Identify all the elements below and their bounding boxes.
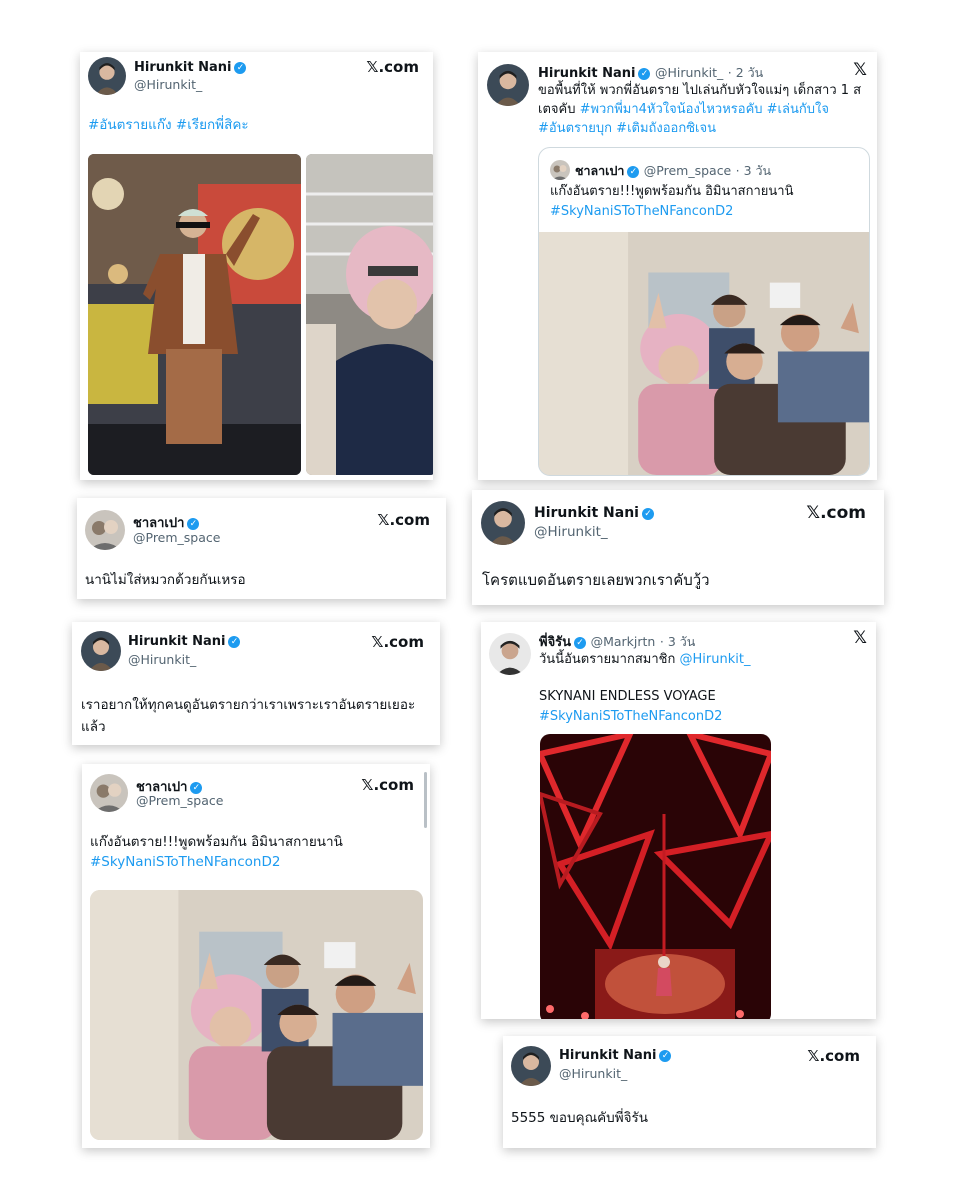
author-name[interactable]: Hirunkit Nani ✓ bbox=[559, 1048, 672, 1063]
avatar[interactable] bbox=[550, 160, 570, 180]
verified-badge-icon: ✓ bbox=[641, 508, 654, 520]
quoted-tweet[interactable]: ชาลาเปา ✓ @Prem_space · 3 วัน แก๊งอันตราย… bbox=[538, 147, 870, 476]
tweet-text: 5555 ขอบคุณคับพี่จิรัน bbox=[511, 1110, 648, 1126]
author-name[interactable]: Hirunkit Nani ✓ bbox=[128, 634, 241, 649]
tweet-time: · 3 วัน bbox=[659, 634, 696, 649]
author-handle[interactable]: @Prem_space bbox=[133, 530, 220, 545]
x-logo-icon: 𝕏 bbox=[853, 628, 867, 648]
avatar[interactable] bbox=[487, 64, 529, 106]
avatar[interactable] bbox=[90, 774, 128, 812]
author-name[interactable]: Hirunkit Nani ✓ bbox=[534, 505, 654, 521]
tweet-card-prem-reply[interactable]: ชาลาเปา ✓ @Prem_space 𝕏.com นานิไม่ใส่หมว… bbox=[77, 498, 446, 599]
avatar[interactable] bbox=[481, 501, 525, 545]
x-com-logo: 𝕏.com bbox=[371, 633, 424, 651]
tweet-hashtag[interactable]: #SkyNaniSToTheNFanconD2 bbox=[539, 707, 722, 727]
tweet-card-prem-photo[interactable]: ชาลาเปา ✓ @Prem_space 𝕏.com แก๊งอันตราย!!… bbox=[82, 764, 430, 1148]
x-com-logo: 𝕏.com bbox=[806, 503, 866, 523]
tweet-text-line2: SKYNANI ENDLESS VOYAGE bbox=[539, 689, 716, 704]
x-com-logo: 𝕏.com bbox=[366, 58, 419, 76]
author-name[interactable]: Hirunkit Nani ✓ @Hirunkit_ · 2 วัน bbox=[538, 63, 763, 83]
quote-text: แก๊งอันตราย!!!พูดพร้อมกัน อิมินาสกายนานิ… bbox=[550, 184, 794, 219]
tweet-text: ขอพื้นที่ให้ พวกพี่อันตราย ไปเล่นกับหัวใ… bbox=[538, 83, 862, 136]
quote-handle: @Prem_space bbox=[643, 163, 732, 178]
verified-badge-icon: ✓ bbox=[234, 62, 247, 74]
x-com-logo: 𝕏.com bbox=[361, 776, 414, 794]
verified-badge-icon: ✓ bbox=[228, 636, 241, 648]
scrollbar[interactable] bbox=[424, 772, 427, 828]
avatar[interactable] bbox=[88, 57, 126, 95]
author-handle[interactable]: @Prem_space bbox=[136, 793, 223, 808]
tweet-card-hirunkit-statement[interactable]: Hirunkit Nani ✓ @Hirunkit_ 𝕏.com เราอยากใ… bbox=[72, 622, 440, 745]
verified-badge-icon: ✓ bbox=[627, 166, 640, 178]
avatar[interactable] bbox=[489, 633, 531, 675]
quote-photo[interactable] bbox=[539, 232, 869, 475]
tweet-card-hirunkit-hashtags[interactable]: Hirunkit Nani ✓ @Hirunkit_ 𝕏.com #อันตราย… bbox=[80, 52, 433, 480]
author-name[interactable]: พี่จิรัน ✓ @Markjrtn · 3 วัน bbox=[539, 631, 695, 652]
author-handle: @Markjrtn bbox=[590, 634, 656, 649]
x-logo-icon: 𝕏 bbox=[853, 60, 867, 80]
verified-badge-icon: ✓ bbox=[187, 518, 200, 530]
tweet-card-hirunkit-thanks[interactable]: Hirunkit Nani ✓ @Hirunkit_ 𝕏.com 5555 ขอบ… bbox=[503, 1036, 876, 1148]
tweet-card-hirunkit-reply[interactable]: Hirunkit Nani ✓ @Hirunkit_ 𝕏.com โครตแบดอ… bbox=[472, 490, 884, 605]
tweet-text: แก๊งอันตราย!!!พูดพร้อมกัน อิมินาสกายนานิ… bbox=[90, 834, 343, 870]
tweet-card-markjrtn[interactable]: พี่จิรัน ✓ @Markjrtn · 3 วัน 𝕏 วันนี้อันต… bbox=[481, 622, 876, 1019]
tweet-text-line1: วันนี้อันตรายมากสมาชิก @Hirunkit_ bbox=[539, 652, 751, 667]
tweet-photo-group[interactable] bbox=[90, 890, 423, 1140]
author-name[interactable]: Hirunkit Nani ✓ bbox=[134, 60, 247, 75]
verified-badge-icon: ✓ bbox=[659, 1050, 672, 1062]
avatar[interactable] bbox=[81, 631, 121, 671]
tweet-text: เราอยากให้ทุกคนดูอันตรายกว่าเราเพราะเราอ… bbox=[81, 697, 416, 735]
author-handle[interactable]: @Hirunkit_ bbox=[534, 524, 608, 540]
tweet-text: นานิไม่ใส่หมวกด้วยกันเหรอ bbox=[85, 572, 246, 588]
x-com-logo: 𝕏.com bbox=[377, 511, 430, 529]
author-handle[interactable]: @Hirunkit_ bbox=[134, 77, 202, 92]
tweet-photo-stage-lights[interactable] bbox=[540, 734, 771, 1019]
tweet-photo-portrait[interactable] bbox=[306, 154, 433, 475]
author-handle[interactable]: @Hirunkit_ bbox=[559, 1066, 627, 1081]
tweet-text: โครตแบดอันตรายเลยพวกเราคับวู้ว bbox=[482, 571, 710, 589]
tweet-photo-stage[interactable] bbox=[88, 154, 301, 475]
author-handle[interactable]: @Hirunkit_ bbox=[128, 652, 196, 667]
tweet-card-hirunkit-quote[interactable]: Hirunkit Nani ✓ @Hirunkit_ · 2 วัน 𝕏 ขอพื… bbox=[478, 52, 877, 480]
avatar[interactable] bbox=[511, 1046, 551, 1086]
verified-badge-icon: ✓ bbox=[574, 637, 587, 649]
x-com-logo: 𝕏.com bbox=[807, 1047, 860, 1065]
tweet-time: · 2 วัน bbox=[727, 65, 764, 80]
avatar[interactable] bbox=[85, 510, 125, 550]
quote-author[interactable]: ชาลาเปา ✓ @Prem_space · 3 วัน bbox=[575, 161, 771, 181]
quote-time: · 3 วัน bbox=[735, 163, 772, 178]
verified-badge-icon: ✓ bbox=[638, 68, 651, 80]
author-handle: @Hirunkit_ bbox=[655, 65, 724, 80]
tweet-hashtags[interactable]: #อันตรายแก๊ง #เรียกพี่สิคะ bbox=[88, 115, 249, 135]
